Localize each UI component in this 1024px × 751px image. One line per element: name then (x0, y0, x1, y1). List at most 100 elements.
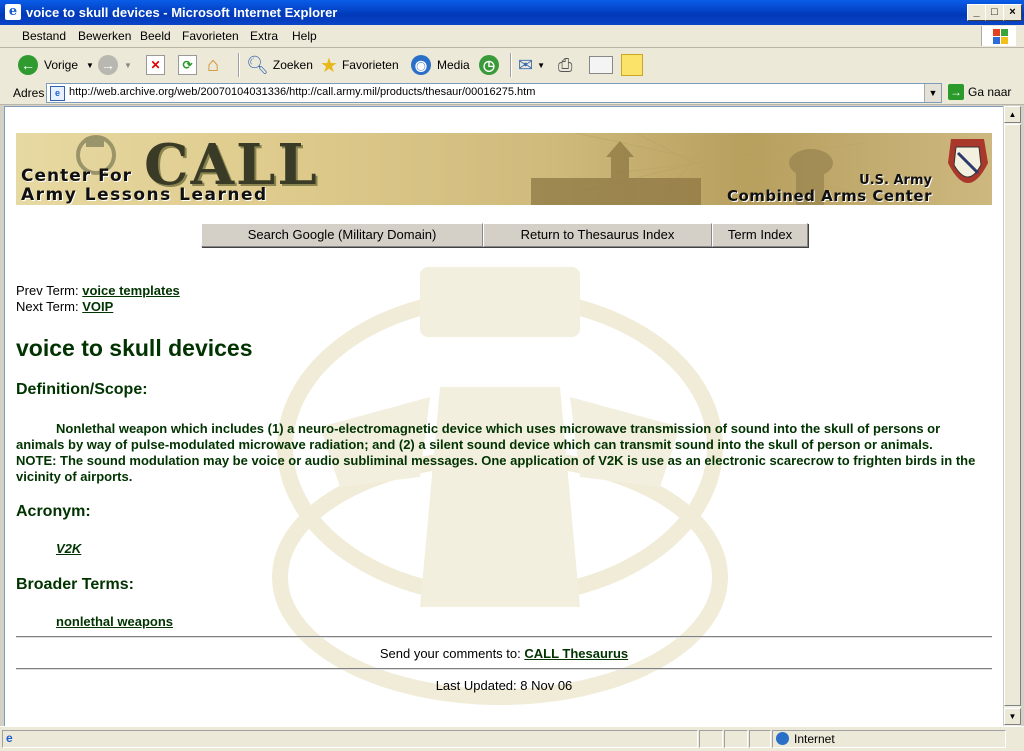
back-button[interactable]: ← Vorige ▼ (18, 53, 94, 77)
note-icon (621, 54, 643, 76)
broader-term-link[interactable]: nonlethal weapons (56, 614, 173, 629)
action-button-row: Search Google (Military Domain) Return t… (201, 223, 808, 247)
ie-icon: e (5, 4, 21, 20)
prev-term-label: Prev Term: (16, 283, 79, 298)
toolbar: ← Vorige ▼ → ▼ ✕ ⟳ ⌂ 🔍︎ Zoeken ★ Favorie… (0, 48, 1024, 83)
forward-button[interactable]: → ▼ (98, 53, 132, 77)
history-button[interactable]: ◷ (479, 53, 499, 77)
divider (16, 668, 992, 670)
menu-favorieten[interactable]: Favorieten (182, 29, 239, 43)
favorites-label: Favorieten (341, 58, 399, 72)
status-cell (724, 730, 748, 748)
home-button[interactable]: ⌂ (207, 53, 219, 77)
minimize-button[interactable]: _ (967, 4, 986, 21)
stop-button[interactable]: ✕ (146, 53, 165, 77)
print-button[interactable]: ⎙ (558, 53, 572, 77)
status-cell (749, 730, 771, 748)
media-label: Media (437, 58, 470, 72)
page-viewport: CALL Center For Army Lessons Learned U.S… (4, 106, 1004, 728)
address-dropdown-icon[interactable]: ▼ (924, 84, 941, 102)
toolbar-separator (510, 53, 512, 77)
back-arrow-icon: ← (18, 55, 38, 75)
media-icon: ◉ (411, 55, 431, 75)
notes-button[interactable] (621, 53, 643, 77)
status-text-cell: e (2, 730, 698, 748)
banner-line-1: Center For (21, 166, 133, 186)
banner-right-2: Combined Arms Center (726, 187, 932, 205)
call-banner: CALL Center For Army Lessons Learned U.S… (16, 133, 992, 205)
status-bar: e Internet (0, 726, 1024, 751)
address-bar: Adres e http://web.archive.org/web/20070… (0, 82, 1024, 105)
back-label: Vorige (44, 58, 79, 72)
term-title: voice to skull devices (16, 335, 253, 361)
banner-right-1: U.S. Army (859, 173, 932, 188)
next-term-label: Next Term: (16, 299, 79, 314)
toolbar-separator (238, 53, 240, 77)
menu-bewerken[interactable]: Bewerken (78, 29, 131, 43)
refresh-icon: ⟳ (178, 55, 197, 75)
menu-extra[interactable]: Extra (250, 29, 278, 43)
banner-line-2: Army Lessons Learned (21, 185, 268, 205)
close-button[interactable]: × (1003, 4, 1022, 21)
windows-logo-icon (981, 26, 1016, 46)
menu-beeld[interactable]: Beeld (140, 29, 171, 43)
go-arrow-icon: → (948, 84, 964, 100)
go-button[interactable]: → Ga naar (948, 84, 1011, 100)
prev-term-link[interactable]: voice templates (82, 283, 180, 298)
refresh-button[interactable]: ⟳ (178, 53, 197, 77)
last-updated: Last Updated: 8 Nov 06 (435, 678, 573, 693)
call-thesaurus-link[interactable]: CALL Thesaurus (524, 646, 628, 661)
forward-arrow-icon: → (98, 55, 118, 75)
next-term-row: Next Term: VOIP (16, 299, 113, 314)
print-icon: ⎙ (558, 54, 573, 75)
dropdown-arrow-icon[interactable]: ▼ (124, 61, 132, 70)
address-url[interactable]: http://web.archive.org/web/2007010403133… (69, 86, 535, 98)
page-status-icon: e (6, 731, 13, 745)
search-button[interactable]: 🔍︎ Zoeken (246, 53, 313, 77)
edit-icon (589, 56, 613, 74)
next-term-link[interactable]: VOIP (82, 299, 113, 314)
home-icon: ⌂ (207, 53, 220, 76)
media-button[interactable]: ◉ Media (411, 53, 470, 77)
search-icon: 🔍︎ (246, 54, 269, 75)
definition-text: Nonlethal weapon which includes (1) a ne… (16, 421, 976, 484)
combined-arms-crest-icon (948, 139, 988, 183)
zone-cell: Internet (772, 730, 1006, 748)
prev-term-row: Prev Term: voice templates (16, 283, 180, 298)
scroll-down-icon[interactable]: ▼ (1004, 708, 1021, 725)
search-google-button[interactable]: Search Google (Military Domain) (201, 223, 483, 247)
mail-button[interactable]: ✉ ▼ (518, 53, 545, 77)
go-label: Ga naar (968, 85, 1012, 99)
broader-terms-heading: Broader Terms: (16, 576, 134, 593)
comments-row: Send your comments to: CALL Thesaurus (16, 646, 992, 661)
acronym-link[interactable]: V2K (56, 541, 81, 556)
dropdown-arrow-icon[interactable]: ▼ (537, 61, 545, 70)
window-title: voice to skull devices - Microsoft Inter… (26, 5, 338, 20)
scroll-up-icon[interactable]: ▲ (1004, 106, 1021, 123)
title-bar: e voice to skull devices - Microsoft Int… (0, 0, 1024, 25)
menu-help[interactable]: Help (292, 29, 317, 43)
favorites-button[interactable]: ★ Favorieten (320, 53, 399, 77)
page-icon: e (50, 86, 65, 101)
comments-label: Send your comments to: (379, 646, 521, 661)
term-index-button[interactable]: Term Index (712, 223, 808, 247)
stop-icon: ✕ (146, 55, 165, 75)
acronym-heading: Acronym: (16, 503, 91, 520)
menu-bestand[interactable]: Bestand (22, 29, 66, 43)
menu-bar: Bestand Bewerken Beeld Favorieten Extra … (0, 25, 1024, 48)
globe-icon (776, 732, 789, 745)
history-icon: ◷ (479, 55, 499, 75)
maximize-button[interactable]: □ (985, 4, 1004, 21)
definition-heading: Definition/Scope: (16, 381, 148, 398)
return-thesaurus-index-button[interactable]: Return to Thesaurus Index (483, 223, 712, 247)
edit-button[interactable] (589, 53, 613, 77)
address-field[interactable]: e http://web.archive.org/web/20070104031… (46, 83, 942, 103)
address-label: Adres (13, 86, 45, 100)
dropdown-arrow-icon[interactable]: ▼ (86, 61, 94, 70)
star-icon: ★ (320, 54, 338, 77)
status-cell (699, 730, 723, 748)
scroll-thumb[interactable] (1004, 124, 1021, 706)
mail-icon: ✉ (518, 54, 534, 75)
vertical-scrollbar[interactable]: ▲ ▼ (1003, 106, 1021, 726)
divider (16, 636, 992, 638)
